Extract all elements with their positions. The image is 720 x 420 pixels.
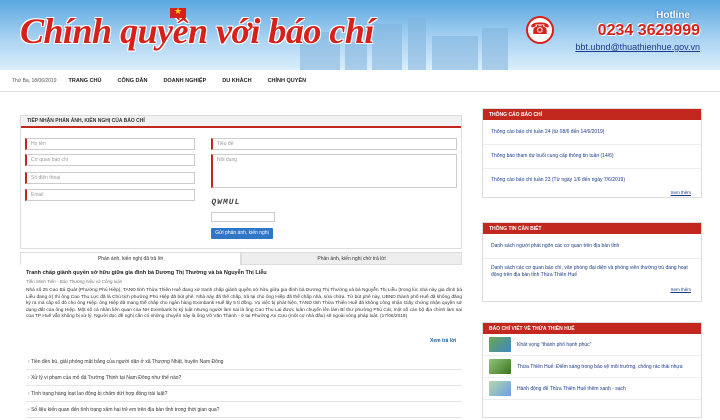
tab-pending[interactable]: Phản ánh, kiến nghị chờ trả lời: [241, 252, 462, 265]
press-about-heading-bar: BÁO CHÍ VIẾT VỀ THỪA THIÊN HUẾ: [483, 323, 701, 334]
list-item[interactable]: Tình trạng hàng loạt lao động bị chấm dứ…: [26, 386, 462, 402]
feedback-tabs: Phản ánh, kiến nghị đã trả lời Phản ánh,…: [20, 252, 462, 265]
feedback-form: TIẾP NHẬN PHẢN ÁNH, KIẾN NGHỊ CỦA BÁO CH…: [20, 115, 462, 249]
list-item[interactable]: Xử lý vi phạm của mỏ đá Trường Thịnh tại…: [26, 370, 462, 386]
site-title[interactable]: Chính quyền với báo chí: [20, 10, 374, 52]
skyline-building: [432, 36, 478, 70]
agency-input[interactable]: Cơ quan báo chí: [25, 154, 195, 166]
form-heading: TIẾP NHẬN PHẢN ÁNH, KIẾN NGHỊ CỦA BÁO CH…: [27, 118, 145, 124]
nav-home[interactable]: TRANG CHỦ: [69, 78, 102, 84]
submit-button[interactable]: Gửi phản ánh, kiến nghị: [211, 228, 273, 239]
article-thumbnail: [489, 381, 511, 396]
main-nav: Thứ Ba, 18/06/2019 TRANG CHỦ CÔNG DÂN DO…: [0, 70, 720, 92]
article-meta: Tiền Minh Tiên - Báo Thương hiệu và Công…: [26, 279, 123, 284]
press-release-link[interactable]: Thông cáo báo chí tuần 24 (từ 08/6 đến 1…: [483, 120, 701, 145]
press-releases-heading: THÔNG CÁO BÁO CHÍ: [489, 111, 543, 118]
fullname-input[interactable]: Họ tên: [25, 138, 195, 150]
press-releases-more-link[interactable]: Xem thêm: [483, 190, 701, 195]
subject-input[interactable]: Tiêu đề: [211, 138, 457, 150]
press-release-link[interactable]: Thông báo tham dự buổi cung cấp thông ti…: [483, 145, 701, 169]
info-link[interactable]: Danh sách người phát ngôn các cơ quan tr…: [483, 234, 701, 259]
hotline-number: 0234 3629999: [597, 22, 700, 39]
press-about-box: BÁO CHÍ VIẾT VỀ THỪA THIÊN HUẾ Khát vọng…: [482, 322, 702, 418]
info-heading-bar: THÔNG TIN CẦN BIẾT: [483, 223, 701, 234]
nav-tourist[interactable]: DU KHÁCH: [222, 78, 251, 84]
press-about-link[interactable]: Thừa Thiên Huế: Điểm sáng trong bảo vệ m…: [517, 364, 683, 370]
list-item[interactable]: Thừa Thiên Huế: Điểm sáng trong bảo vệ m…: [483, 356, 701, 378]
article-title[interactable]: Tranh chấp giành quyền sở hữu giữa gia đ…: [26, 270, 462, 276]
list-item[interactable]: Khát vọng "thành phố hạnh phúc": [483, 334, 701, 356]
question-list: Tiền đền bù, giải phóng mặt bằng của ngư…: [26, 354, 462, 418]
article-body: Nhà số 25 Cao Bá Quát (Phường Phú Hiệp),…: [26, 288, 462, 319]
press-releases-box: THÔNG CÁO BÁO CHÍ Thông cáo báo chí tuần…: [482, 108, 702, 198]
phone-icon: ☎: [526, 16, 554, 44]
hotline-email-link[interactable]: bbt.ubnd@thuathienhue.gov.vn: [575, 42, 700, 52]
article-thumbnail: [489, 337, 511, 352]
featured-article: Tranh chấp giành quyền sở hữu giữa gia đ…: [26, 270, 462, 321]
current-date: Thứ Ba, 18/06/2019: [12, 77, 57, 84]
info-link[interactable]: Danh sách các cơ quan báo chí, văn phòng…: [483, 259, 701, 287]
header-banner: Chính quyền với báo chí ☎ Hotline 0234 3…: [0, 0, 720, 70]
skyline-building: [408, 18, 426, 70]
flag-icon: [170, 6, 186, 18]
list-item[interactable]: Số liệu kiến quan đến tình trạng xâm hại…: [26, 402, 462, 418]
see-reply-link[interactable]: Xem trả lời: [430, 338, 456, 344]
content-textarea[interactable]: Nội dung: [211, 154, 457, 188]
press-releases-heading-bar: THÔNG CÁO BÁO CHÍ: [483, 109, 701, 120]
press-release-link[interactable]: Thông cáo báo chí tuần 23 (Từ ngày 1/6 đ…: [483, 169, 701, 190]
press-about-heading: BÁO CHÍ VIẾT VỀ THỪA THIÊN HUẾ: [489, 325, 575, 332]
nav-business[interactable]: DOANH NGHIỆP: [163, 78, 206, 84]
phone-input[interactable]: Số điện thoại: [25, 172, 195, 184]
tab-answered[interactable]: Phản ánh, kiến nghị đã trả lời: [20, 252, 241, 265]
skyline-building: [482, 28, 508, 70]
captcha-input[interactable]: [211, 212, 275, 222]
press-about-link[interactable]: Khát vọng "thành phố hạnh phúc": [517, 342, 591, 348]
skyline-building: [372, 24, 402, 70]
form-heading-bar: TIẾP NHẬN PHẢN ÁNH, KIẾN NGHỊ CỦA BÁO CH…: [21, 116, 461, 128]
captcha-image: QWMUL: [210, 198, 242, 207]
info-box: THÔNG TIN CẦN BIẾT Danh sách người phát …: [482, 222, 702, 302]
email-input[interactable]: Email: [25, 189, 195, 201]
hotline-label: Hotline: [656, 10, 690, 21]
info-more-link[interactable]: Xem thêm: [483, 287, 701, 292]
list-item[interactable]: Tiền đền bù, giải phóng mặt bằng của ngư…: [26, 354, 462, 370]
article-thumbnail: [489, 359, 511, 374]
nav-government[interactable]: CHÍNH QUYỀN: [268, 78, 307, 84]
nav-citizen[interactable]: CÔNG DÂN: [118, 78, 148, 84]
list-item[interactable]: Hành động để Thừa Thiên Huế thêm xanh - …: [483, 378, 701, 400]
press-about-link[interactable]: Hành động để Thừa Thiên Huế thêm xanh - …: [517, 386, 626, 392]
info-heading: THÔNG TIN CẦN BIẾT: [489, 225, 542, 232]
